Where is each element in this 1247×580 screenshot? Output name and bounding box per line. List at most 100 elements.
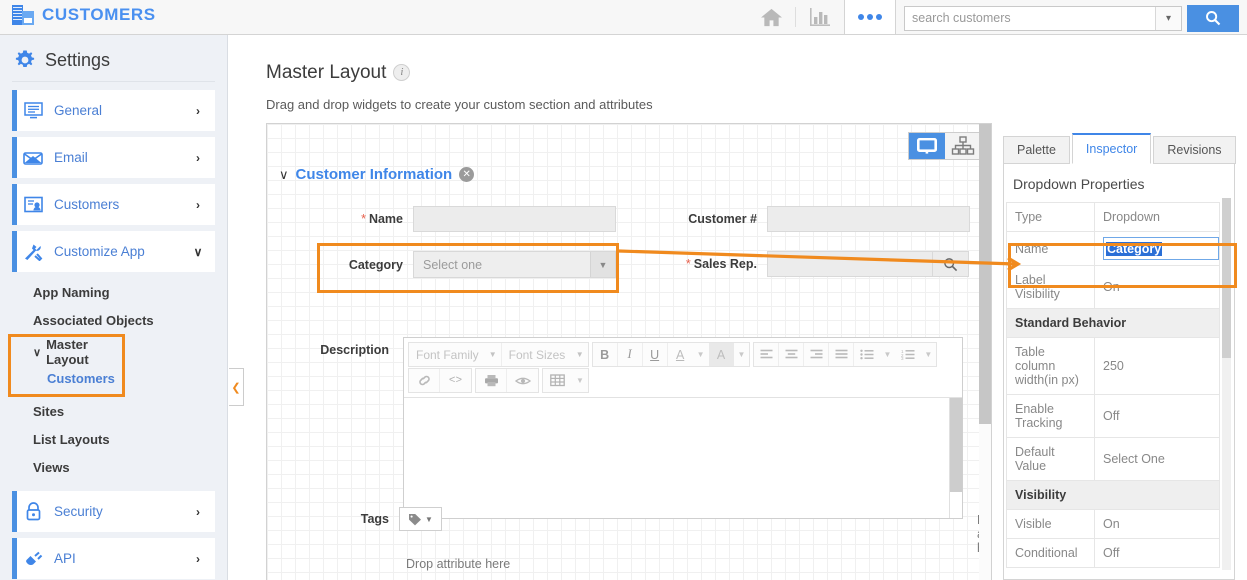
numbered-list-icon[interactable]: 123: [895, 343, 920, 366]
italic-icon[interactable]: I: [618, 343, 643, 366]
table-row[interactable]: Enable Tracking Off: [1006, 394, 1220, 438]
search-icon[interactable]: [933, 251, 969, 277]
sidebar-item-label: General: [54, 103, 103, 118]
editor-toolbar-row-2: <> ▼: [408, 368, 958, 393]
property-key: Name: [1006, 231, 1095, 266]
sidebar-item-email[interactable]: Email ›: [12, 137, 215, 178]
property-value: Dropdown: [1094, 202, 1220, 232]
customer-number-input[interactable]: [767, 206, 970, 232]
tab-palette[interactable]: Palette: [1003, 136, 1070, 164]
field-row-sales-rep: * Sales Rep.: [647, 251, 969, 277]
tab-inspector[interactable]: Inspector: [1071, 133, 1152, 164]
tools-icon: [12, 242, 54, 261]
caret-down-icon[interactable]: ▼: [879, 350, 895, 359]
sidebar-subitem-list-layouts[interactable]: List Layouts: [0, 425, 227, 453]
name-input[interactable]: [413, 206, 616, 232]
info-icon[interactable]: i: [393, 63, 411, 81]
tag-icon: [409, 513, 422, 525]
print-icon[interactable]: [476, 369, 507, 392]
property-key: Label Visibility: [1006, 265, 1095, 309]
caret-down-icon: ▼: [488, 350, 497, 359]
table-row[interactable]: Table column width(in px) 250: [1006, 337, 1220, 395]
tags-button[interactable]: ▼: [399, 507, 442, 531]
drop-hint-left[interactable]: Drop attribute here: [406, 557, 510, 571]
more-dots-icon[interactable]: [844, 0, 896, 34]
text-style-group: B I U A ▼ A ▼: [591, 342, 751, 367]
caret-down-icon[interactable]: ▼: [693, 350, 709, 359]
table-row[interactable]: Conditional Off: [1006, 538, 1220, 568]
editor-scrollbar[interactable]: [949, 398, 962, 518]
property-value: Off: [1094, 538, 1220, 568]
property-key: Conditional: [1006, 538, 1095, 568]
caret-down-icon[interactable]: ▼: [920, 350, 936, 359]
bold-icon[interactable]: B: [593, 343, 618, 366]
section-row-visibility: Visibility: [1006, 480, 1220, 510]
chevron-right-icon: ›: [196, 103, 200, 118]
sitemap-icon[interactable]: [945, 133, 981, 159]
sales-rep-input[interactable]: [767, 251, 933, 277]
sidebar-subitem-associated-objects[interactable]: Associated Objects: [0, 306, 227, 334]
required-marker: *: [361, 212, 366, 226]
chevron-right-icon: ›: [196, 551, 200, 566]
align-center-icon[interactable]: [779, 343, 805, 366]
property-value-cell: Category: [1094, 231, 1220, 266]
sidebar-item-security[interactable]: Security ›: [12, 491, 215, 532]
bar-chart-icon[interactable]: [796, 0, 844, 34]
table-row[interactable]: Type Dropdown: [1006, 202, 1220, 232]
svg-text:3: 3: [901, 356, 904, 360]
properties-table: Type Dropdown Name Category Label Visibi…: [1006, 202, 1220, 568]
tab-revisions[interactable]: Revisions: [1153, 136, 1236, 164]
link-icon[interactable]: [409, 369, 440, 392]
field-row-name: * Name: [279, 206, 629, 232]
font-family-select[interactable]: Font Family ▼: [409, 343, 502, 366]
property-key: Visible: [1006, 509, 1095, 539]
background-color-icon[interactable]: A: [708, 343, 734, 366]
table-row[interactable]: Label Visibility On: [1006, 265, 1220, 309]
close-icon[interactable]: ✕: [459, 167, 475, 182]
sidebar-item-customers[interactable]: Customers ›: [12, 184, 215, 225]
sidebar-item-general[interactable]: General ›: [12, 90, 215, 131]
sidebar-collapse-handle[interactable]: ❮: [229, 368, 244, 406]
sidebar-subitem-customers-layout[interactable]: Customers: [11, 365, 122, 391]
table-row[interactable]: Default Value Select One: [1006, 437, 1220, 481]
editor-toolbar-row-1: Font Family▼ Font Sizes▼ B I U A ▼ A ▼: [408, 342, 958, 367]
caret-down-icon[interactable]: ▼: [572, 376, 588, 385]
chevron-down-icon[interactable]: ∨: [279, 167, 289, 183]
monitor-list-icon: [12, 102, 54, 119]
category-dropdown[interactable]: Select one ▼: [413, 251, 616, 278]
search-input[interactable]: [905, 6, 1155, 30]
preview-icon[interactable]: [507, 369, 538, 392]
sidebar-item-customize-app[interactable]: Customize App ∨: [12, 231, 215, 272]
chevron-down-icon[interactable]: ▾: [1155, 6, 1181, 30]
caret-down-icon[interactable]: ▼: [734, 350, 750, 359]
sidebar-item-label: Security: [54, 504, 103, 519]
monitor-icon[interactable]: [909, 133, 945, 159]
table-row[interactable]: Visible On: [1006, 509, 1220, 539]
property-key: Type: [1006, 202, 1095, 232]
sidebar-subitem-sites[interactable]: Sites: [0, 397, 227, 425]
search-button[interactable]: [1187, 4, 1239, 32]
description-textarea[interactable]: [404, 398, 962, 518]
inspector-scrollbar[interactable]: [1222, 198, 1231, 570]
table-row[interactable]: Name Category: [1006, 231, 1220, 266]
table-icon[interactable]: [543, 369, 572, 392]
name-field[interactable]: Category: [1103, 237, 1219, 260]
text-color-icon[interactable]: A: [668, 343, 693, 366]
field-label-tags: Tags: [360, 512, 389, 526]
align-left-icon[interactable]: [754, 343, 780, 366]
property-value: On: [1094, 509, 1220, 539]
sidebar-item-api[interactable]: API ›: [12, 538, 215, 579]
underline-icon[interactable]: U: [643, 343, 668, 366]
page-title-text: Master Layout: [266, 62, 387, 83]
align-right-icon[interactable]: [804, 343, 830, 366]
align-justify-icon[interactable]: [829, 343, 855, 366]
source-code-icon[interactable]: <>: [440, 369, 471, 392]
home-icon[interactable]: [747, 0, 795, 34]
sidebar-subitem-master-layout[interactable]: ∨ Master Layout: [11, 337, 122, 367]
sidebar-subitem-app-naming[interactable]: App Naming: [0, 278, 227, 306]
canvas-scrollbar[interactable]: [979, 124, 991, 580]
sidebar-subitem-views[interactable]: Views: [0, 453, 227, 481]
bullet-list-icon[interactable]: [854, 343, 879, 366]
font-size-select[interactable]: Font Sizes ▼: [502, 343, 588, 366]
sidebar-header: Settings: [0, 35, 227, 81]
